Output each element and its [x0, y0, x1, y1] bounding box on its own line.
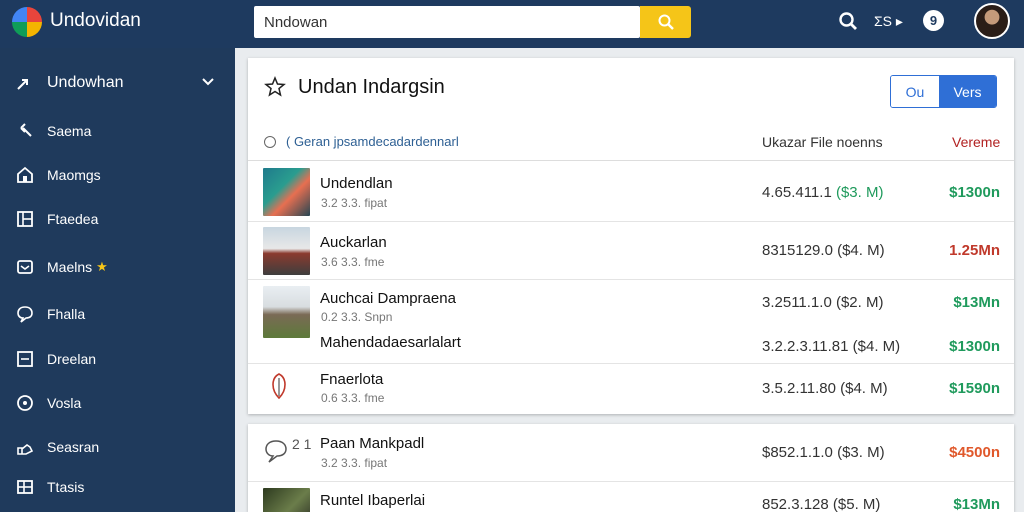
chat-bubble-icon: [265, 440, 287, 463]
row-amount: 1.25Mn: [949, 242, 1000, 259]
thumbnail-image: [263, 488, 310, 512]
sidebar-item-label: Dreelan: [47, 351, 97, 367]
home-icon: [16, 166, 34, 184]
chevron-down-icon[interactable]: [201, 75, 215, 89]
search-button[interactable]: [640, 6, 691, 38]
row-number: 8315129.0 ($4. M): [762, 242, 885, 259]
sidebar-item-undowhan[interactable]: Undowhan: [0, 63, 235, 103]
table-row[interactable]: Runtel Ibaperlai 852.3.128 ($5. M) $13Mn: [248, 482, 1014, 512]
circle-icon: [16, 394, 34, 412]
square-icon: [16, 350, 34, 368]
table-row[interactable]: Fnaerlota 0.6 3.3. fme 3.5.2.11.80 ($4. …: [248, 364, 1014, 414]
header-menu-text[interactable]: ΣS ▸: [874, 13, 903, 30]
sidebar: Undowhan Saema Maomgs Ftaedea Maelns ★ F…: [0, 48, 235, 512]
chat-icon: [16, 305, 34, 323]
avatar[interactable]: [974, 3, 1010, 39]
sidebar-item-maomgs[interactable]: Maomgs: [0, 155, 235, 195]
row-amount: $4500n: [949, 444, 1000, 461]
sidebar-item-label: Vosla: [47, 395, 82, 411]
sidebar-item-label: Ttasis: [47, 479, 85, 495]
row-number: 3.5.2.11.80 ($4. M): [762, 380, 888, 397]
table-row[interactable]: Auchcai Dampraena 0.2 3.3. Snpn 3.2511.1…: [248, 280, 1014, 338]
row-number: 3.2.2.3.11.81 ($4. M): [762, 338, 901, 355]
sidebar-item-dreelan[interactable]: Dreelan: [0, 339, 235, 379]
row-number: $852.1.1.0 ($3. M): [762, 444, 885, 461]
row-subtitle: 0.6 3.3. fme: [321, 391, 385, 405]
row-subtitle: 3.2 3.3. fipat: [321, 196, 388, 210]
row-amount: $1300n: [949, 184, 1000, 201]
main-panel: Undan Indargsin Ou Vers ( Geran jpsamdec…: [248, 58, 1014, 414]
column-header-volume[interactable]: Vereme: [952, 134, 1000, 150]
row-number: 4.65.411.1 ($3. M): [762, 184, 884, 201]
column-header-name[interactable]: ( Geran jpsamdecadardennarl: [286, 134, 459, 149]
row-amount: $1590n: [949, 380, 1000, 397]
notification-badge[interactable]: 9: [923, 10, 944, 31]
sidebar-item-ttasis[interactable]: Ttasis: [0, 467, 235, 507]
row-name: Undendlan: [320, 175, 393, 192]
app-title[interactable]: Undovidan: [50, 10, 141, 32]
sidebar-item-fhalla[interactable]: Fhalla: [0, 294, 235, 334]
sidebar-item-label: Seasran: [47, 439, 100, 455]
sidebar-item-label: Saema: [47, 123, 92, 139]
search-input[interactable]: Nndowan: [254, 6, 640, 38]
column-header-file[interactable]: Ukazar File noenns: [762, 134, 883, 150]
table-row[interactable]: Mahendadaesarlalart 3.2.2.3.11.81 ($4. M…: [248, 324, 1014, 364]
hand-icon: [16, 438, 34, 456]
sidebar-item-seasran[interactable]: Seasran: [0, 427, 235, 467]
leaf-logo-icon: [272, 373, 286, 400]
back-arrow-icon: [16, 122, 34, 140]
top-bar: Undovidan Nndowan ΣS ▸ 9: [0, 0, 1024, 48]
select-all-radio[interactable]: [264, 136, 276, 148]
sidebar-item-vosla[interactable]: Vosla: [0, 383, 235, 423]
sidebar-item-saema[interactable]: Saema: [0, 111, 235, 151]
thumbnail-image: [263, 168, 310, 216]
row-name: Auchcai Dampraena: [320, 290, 456, 307]
row-amount: $13Mn: [953, 496, 1000, 512]
table-row[interactable]: Undendlan 3.2 3.3. fipat 4.65.411.1 ($3.…: [248, 162, 1014, 222]
row-subtitle: 0.2 3.3. Snpn: [321, 310, 393, 324]
table-icon: [16, 478, 34, 496]
thumbnail-image: [263, 227, 310, 275]
row-amount: $1300n: [949, 338, 1000, 355]
row-number: 3.2511.1.0 ($2. M): [762, 294, 884, 311]
search-icon: [658, 14, 674, 30]
row-name: Fnaerlota: [320, 371, 384, 388]
view-toggle: Ou Vers: [890, 75, 997, 108]
sidebar-item-label: Ftaedea: [47, 211, 99, 227]
row-number: 852.3.128 ($5. M): [762, 496, 881, 512]
vers-button[interactable]: Vers: [939, 76, 996, 107]
app-logo[interactable]: [12, 7, 42, 37]
sidebar-item-label: Maomgs: [47, 167, 101, 183]
ou-button[interactable]: Ou: [891, 76, 939, 107]
search-icon: [839, 12, 857, 30]
pin-icon[interactable]: [264, 76, 286, 98]
row-subtitle: 3.2 3.3. fipat: [321, 456, 388, 470]
star-icon: ★: [96, 259, 108, 274]
sidebar-item-label: Maelns: [47, 259, 93, 275]
header-divider: [248, 160, 1014, 161]
row-subtitle: 3.6 3.3. fme: [321, 255, 385, 269]
sidebar-item-label: Fhalla: [47, 306, 86, 322]
table-row[interactable]: 2 1 Paan Mankpadl 3.2 3.3. fipat $852.1.…: [248, 424, 1014, 482]
page-title: Undan Indargsin: [298, 76, 445, 98]
row-amount: $13Mn: [953, 294, 1000, 311]
row-name: Mahendadaesarlalart: [320, 334, 461, 351]
sidebar-item-label: Undowhan: [47, 74, 124, 91]
sidebar-item-maelns[interactable]: Maelns ★: [0, 247, 235, 287]
mail-icon: [16, 258, 34, 276]
sidebar-item-ftaedea[interactable]: Ftaedea: [0, 199, 235, 239]
row-name: Runtel Ibaperlai: [320, 492, 426, 509]
row-prefix: 2 1: [292, 436, 312, 452]
arrow-icon: [16, 74, 34, 92]
secondary-panel: 2 1 Paan Mankpadl 3.2 3.3. fipat $852.1.…: [248, 424, 1014, 512]
grid-icon: [16, 210, 34, 228]
row-name: Paan Mankpadl: [320, 435, 425, 452]
row-name: Auckarlan: [320, 234, 387, 251]
table-row[interactable]: Auckarlan 3.6 3.3. fme 8315129.0 ($4. M)…: [248, 222, 1014, 280]
header-search-button[interactable]: [836, 9, 860, 33]
